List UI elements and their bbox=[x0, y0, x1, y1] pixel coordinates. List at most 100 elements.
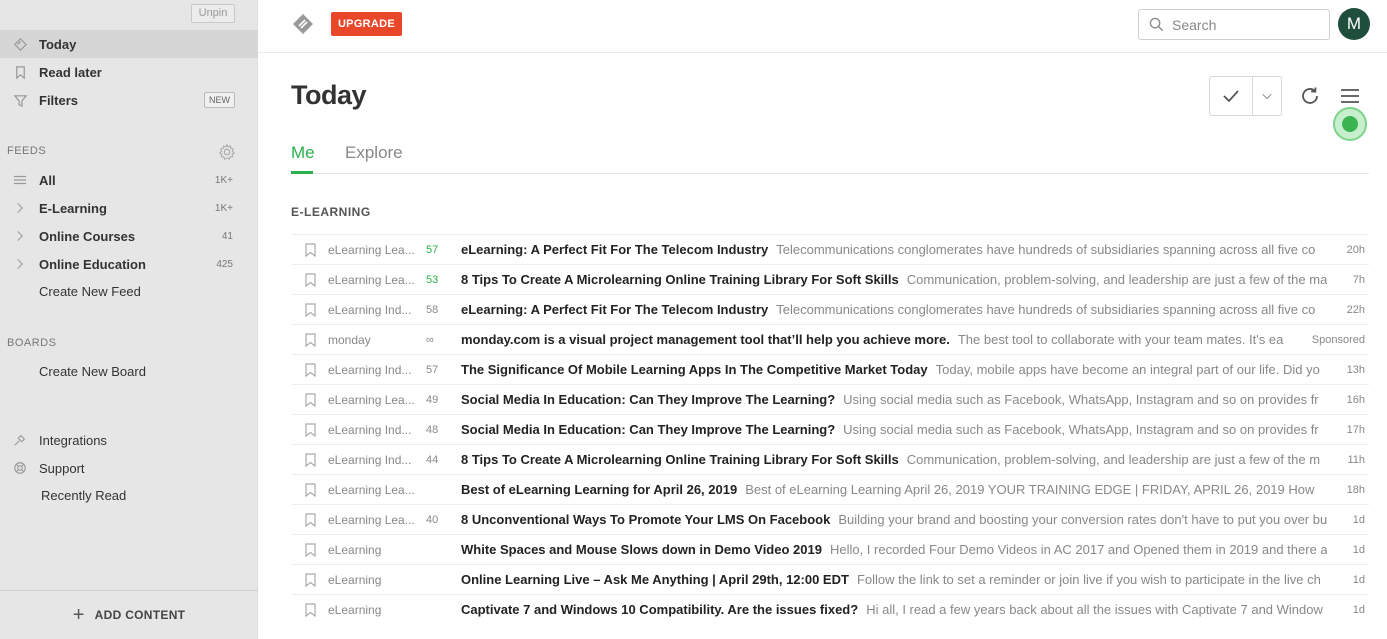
article-row[interactable]: eLearning Lea... 40 8 Unconventional Ways … bbox=[292, 504, 1369, 534]
tab-me[interactable]: Me bbox=[291, 143, 315, 163]
article-popularity: 57 bbox=[426, 363, 439, 376]
article-row[interactable]: eLearning Ind... 44 8 Tips To Create A Mic… bbox=[292, 444, 1369, 474]
feed-item-all[interactable]: All 1K+ bbox=[0, 166, 258, 194]
article-row[interactable]: eLearning Ind... 57 The Significance Of Mo… bbox=[292, 354, 1369, 384]
article-summary[interactable]: Using social media such as Facebook, Wha… bbox=[843, 422, 1327, 437]
article-age: 11h bbox=[1347, 453, 1365, 466]
mark-as-read-button[interactable] bbox=[1210, 77, 1254, 115]
status-indicator-icon[interactable] bbox=[1333, 107, 1367, 141]
upgrade-button[interactable]: UPGRADE bbox=[331, 12, 402, 36]
integrations-link[interactable]: Integrations bbox=[0, 426, 258, 454]
article-title[interactable]: eLearning: A Perfect Fit For The Telecom… bbox=[461, 242, 768, 257]
article-row[interactable]: eLearning Ind... 58 eLearning: A Perfect F… bbox=[292, 294, 1369, 324]
bookmark-icon[interactable] bbox=[292, 542, 328, 557]
nav-item-read-later[interactable]: Read later bbox=[0, 58, 258, 86]
article-source[interactable]: eLearning Lea... bbox=[328, 513, 418, 527]
article-summary[interactable]: Building your brand and boosting your co… bbox=[838, 512, 1327, 527]
recently-read-link[interactable]: Recently Read bbox=[41, 488, 126, 503]
feed-item-e-learning[interactable]: E-Learning 1K+ bbox=[0, 194, 258, 222]
article-age: 18h bbox=[1346, 483, 1365, 496]
article-title[interactable]: monday.com is a visual project managemen… bbox=[461, 332, 950, 347]
bookmark-icon[interactable] bbox=[292, 602, 328, 617]
bookmark-icon[interactable] bbox=[292, 422, 328, 437]
article-summary[interactable]: Follow the link to set a reminder or joi… bbox=[857, 572, 1327, 587]
article-summary[interactable]: Telecommunications conglomerates have hu… bbox=[776, 242, 1327, 257]
article-source[interactable]: eLearning Ind... bbox=[328, 453, 418, 467]
article-row[interactable]: eLearning White Spaces and Mouse Slows do… bbox=[292, 534, 1369, 564]
article-row[interactable]: eLearning Lea... Best of eLearning Learni… bbox=[292, 474, 1369, 504]
chevron-right-icon[interactable] bbox=[0, 258, 39, 270]
menu-icon[interactable] bbox=[1339, 86, 1361, 106]
article-row[interactable]: eLearning Lea... 49 Social Media In Educat… bbox=[292, 384, 1369, 414]
gear-icon[interactable] bbox=[218, 143, 236, 161]
bookmark-icon[interactable] bbox=[292, 572, 328, 587]
article-summary[interactable]: Telecommunications conglomerates have hu… bbox=[776, 302, 1327, 317]
bookmark-icon[interactable] bbox=[292, 332, 328, 347]
article-row[interactable]: eLearning Online Learning Live – Ask Me A… bbox=[292, 564, 1369, 594]
article-source[interactable]: eLearning Lea... bbox=[328, 273, 418, 287]
bookmark-icon[interactable] bbox=[292, 452, 328, 467]
article-row[interactable]: eLearning Captivate 7 and Windows 10 Comp… bbox=[292, 594, 1369, 624]
article-row[interactable]: eLearning Ind... 48 Social Media In Educat… bbox=[292, 414, 1369, 444]
article-row[interactable]: eLearning Lea... 57 eLearning: A Perfect F… bbox=[292, 234, 1369, 264]
article-source[interactable]: eLearning Lea... bbox=[328, 393, 418, 407]
add-content-button[interactable]: + ADD CONTENT bbox=[0, 590, 258, 639]
feed-item-online-education[interactable]: Online Education 425 bbox=[0, 250, 258, 278]
article-summary[interactable]: The best tool to collaborate with your t… bbox=[958, 332, 1291, 347]
article-source[interactable]: eLearning Ind... bbox=[328, 423, 418, 437]
article-summary[interactable]: Today, mobile apps have become an integr… bbox=[936, 362, 1327, 377]
bookmark-icon[interactable] bbox=[292, 512, 328, 527]
mark-as-read-dropdown[interactable] bbox=[1253, 77, 1281, 115]
create-new-board-link[interactable]: Create New Board bbox=[39, 364, 146, 379]
article-title[interactable]: 8 Tips To Create A Microlearning Online … bbox=[461, 452, 899, 467]
article-summary[interactable]: Hi all, I read a few years back about al… bbox=[866, 602, 1327, 617]
nav-item-filters[interactable]: Filters NEW bbox=[0, 86, 258, 114]
article-summary[interactable]: Using social media such as Facebook, Wha… bbox=[843, 392, 1327, 407]
tab-explore[interactable]: Explore bbox=[345, 143, 403, 163]
article-title[interactable]: Best of eLearning Learning for April 26,… bbox=[461, 482, 737, 497]
article-source[interactable]: eLearning bbox=[328, 573, 418, 587]
article-source[interactable]: eLearning Ind... bbox=[328, 303, 418, 317]
article-summary[interactable]: Hello, I recorded Four Demo Videos in AC… bbox=[830, 542, 1327, 557]
article-source[interactable]: eLearning bbox=[328, 603, 418, 617]
nav-item-today[interactable]: Today bbox=[0, 30, 258, 58]
article-title[interactable]: Social Media In Education: Can They Impr… bbox=[461, 392, 835, 407]
feed-item-online-courses[interactable]: Online Courses 41 bbox=[0, 222, 258, 250]
chevron-right-icon[interactable] bbox=[0, 202, 39, 214]
bookmark-icon[interactable] bbox=[292, 272, 328, 287]
article-title[interactable]: 8 Unconventional Ways To Promote Your LM… bbox=[461, 512, 830, 527]
article-title[interactable]: 8 Tips To Create A Microlearning Online … bbox=[461, 272, 899, 287]
support-link[interactable]: Support bbox=[0, 454, 258, 482]
article-row[interactable]: eLearning Lea... 53 8 Tips To Create A Mic… bbox=[292, 264, 1369, 294]
article-source[interactable]: monday bbox=[328, 333, 418, 347]
article-source[interactable]: eLearning bbox=[328, 543, 418, 557]
article-title[interactable]: eLearning: A Perfect Fit For The Telecom… bbox=[461, 302, 768, 317]
article-title[interactable]: The Significance Of Mobile Learning Apps… bbox=[461, 362, 928, 377]
unpin-button[interactable]: Unpin bbox=[191, 4, 235, 23]
mark-as-read-group bbox=[1209, 76, 1282, 116]
refresh-icon[interactable] bbox=[1299, 85, 1321, 107]
article-summary[interactable]: Best of eLearning Learning April 26, 201… bbox=[745, 482, 1327, 497]
article-source[interactable]: eLearning Lea... bbox=[328, 243, 418, 257]
bookmark-icon[interactable] bbox=[292, 392, 328, 407]
chevron-right-icon[interactable] bbox=[0, 230, 39, 242]
feed-count: 1K+ bbox=[214, 174, 233, 186]
search-input[interactable]: Search bbox=[1138, 9, 1330, 40]
article-summary[interactable]: Communication, problem-solving, and lead… bbox=[907, 272, 1327, 287]
bookmark-icon[interactable] bbox=[292, 302, 328, 317]
article-title[interactable]: Social Media In Education: Can They Impr… bbox=[461, 422, 835, 437]
article-title[interactable]: White Spaces and Mouse Slows down in Dem… bbox=[461, 542, 822, 557]
bookmark-icon[interactable] bbox=[292, 242, 328, 257]
article-age: 17h bbox=[1346, 423, 1365, 436]
article-source[interactable]: eLearning Ind... bbox=[328, 363, 418, 377]
article-summary[interactable]: Communication, problem-solving, and lead… bbox=[907, 452, 1327, 467]
bookmark-icon[interactable] bbox=[292, 362, 328, 377]
feedly-logo-icon[interactable] bbox=[291, 12, 315, 36]
avatar[interactable]: M bbox=[1338, 8, 1370, 40]
article-title[interactable]: Online Learning Live – Ask Me Anything |… bbox=[461, 572, 849, 587]
bookmark-icon[interactable] bbox=[292, 482, 328, 497]
article-source[interactable]: eLearning Lea... bbox=[328, 483, 418, 497]
create-new-feed-link[interactable]: Create New Feed bbox=[39, 284, 141, 299]
article-title[interactable]: Captivate 7 and Windows 10 Compatibility… bbox=[461, 602, 858, 617]
article-row[interactable]: monday ∞ monday.com is a visual project ma… bbox=[292, 324, 1369, 354]
